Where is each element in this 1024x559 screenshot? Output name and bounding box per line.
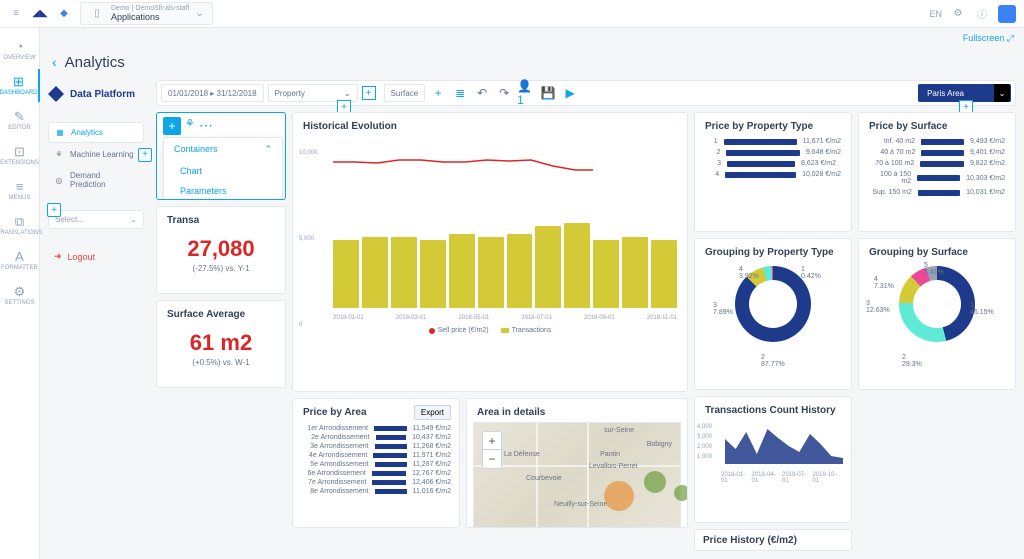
content: 01/01/2018 ▸ 31/12/2018 Property⌄ + Surf… — [152, 76, 1024, 559]
grouping-surface-card: Grouping by Surface 5 4.41%4 7.31%3 12.6… — [858, 238, 1016, 390]
lang-label[interactable]: EN — [929, 9, 942, 19]
save-icon[interactable]: 💾 — [539, 84, 557, 102]
map-zoom: + − — [482, 431, 502, 469]
chevron-down-icon: ⌄ — [994, 84, 1010, 102]
filter-toolbar: 01/01/2018 ▸ 31/12/2018 Property⌄ + Surf… — [156, 80, 1016, 106]
rail-menus[interactable]: ≡MENUS — [0, 174, 40, 207]
side-panel: Data Platform ▦Analytics ⚘Machine Learnin… — [40, 76, 152, 559]
grouping-property-card: Grouping by Property Type 4 3.92%1 0.42%… — [694, 238, 852, 390]
left-nav-rail: ◔OVERVIEW⊞DASHBOARD✎EDITOR⊡EXTENSIONS≡ME… — [0, 28, 40, 559]
kpi-card-transactions: Transa 27,080(-27.5%) vs. Y-1 — [156, 206, 286, 294]
kpi-card-sell-price: + ⚘ ⋯ Sell pr m2) 9 Containers⌃ Chart — [156, 112, 286, 200]
nav-analytics[interactable]: ▦Analytics — [48, 122, 144, 143]
price-history-card: Price History (€/m2) — [694, 529, 852, 551]
menu-chart[interactable]: Chart — [164, 161, 282, 181]
crumb-path: Demo | DemoSft-als-staff — [111, 5, 189, 12]
logout-icon: ➜ — [54, 251, 62, 262]
rail-overview[interactable]: ◔OVERVIEW — [0, 34, 40, 67]
price-by-property-card: Price by Property Type 111,671 €/m229,64… — [694, 112, 852, 232]
bar-series — [333, 154, 677, 308]
area-details-card: Area in details sur-Seine La Défense Cou… — [466, 398, 688, 528]
add-nav-button[interactable]: + — [138, 148, 152, 162]
kpi-card-surface: Surface Average 61 m2(+0.5%) vs. W-1 — [156, 300, 286, 388]
area-rows: 1er Arrondissement11,549 €/m22e Arrondis… — [293, 422, 459, 496]
breadcrumb[interactable]: ▯ Demo | DemoSft-als-staff Applications … — [80, 2, 213, 25]
nav-list: ▦Analytics ⚘Machine Learning+ ◎Demand Pred… — [48, 122, 144, 194]
zoom-in-button[interactable]: + — [483, 432, 501, 450]
x-axis: 2018-01-012018-03-012018-05-012018-07-01… — [333, 315, 677, 321]
undo-icon[interactable]: ↶ — [473, 84, 491, 102]
menu-containers[interactable]: Containers⌃ — [164, 138, 282, 161]
title-bar: ‹ Analytics — [40, 48, 1024, 76]
chevron-down-icon: ⌄ — [195, 8, 203, 19]
page-title: Analytics — [65, 54, 125, 71]
plus-icon[interactable]: + — [429, 84, 447, 102]
rail-dashboard[interactable]: ⊞DASHBOARD — [0, 69, 40, 102]
card-tools: + ⚘ ⋯ — [163, 117, 213, 135]
logo-2-icon: ◆ — [56, 6, 72, 22]
logout-button[interactable]: ➜ Logout — [48, 245, 144, 268]
dashboard-grid: + ⚘ ⋯ Sell pr m2) 9 Containers⌃ Chart — [156, 112, 1016, 551]
back-chevron-icon[interactable]: ‹ — [52, 54, 57, 70]
price-by-surface-card: Price by Surface Inf. 40 m29,493 €/m240 … — [858, 112, 1016, 232]
rail-extensions[interactable]: ⊡EXTENSIONS — [0, 139, 40, 172]
info-icon[interactable]: ⓘ — [974, 6, 990, 22]
rail-translations[interactable]: ⧉TRANSLATIONS — [0, 209, 40, 242]
nav-machine-learning[interactable]: ⚘Machine Learning+ — [48, 145, 144, 164]
kpi-title: Surface Average — [157, 301, 285, 324]
redo-icon[interactable]: ↷ — [495, 84, 513, 102]
area-series — [725, 424, 843, 464]
doc-icon: ▯ — [89, 6, 105, 22]
brand-icon — [48, 86, 64, 102]
card-more-icon[interactable]: ⋯ — [199, 117, 213, 135]
zoom-out-button[interactable]: − — [483, 450, 501, 468]
card-people-icon[interactable]: ⚘ — [185, 117, 195, 135]
menu-icon[interactable]: ≡ — [8, 6, 24, 22]
select-box[interactable]: Select...⌄ + — [48, 210, 144, 229]
kpi-title: Transa — [157, 207, 285, 230]
map[interactable]: sur-Seine La Défense Courbevoie Levalloi… — [473, 422, 681, 528]
play-icon[interactable]: ▶ — [561, 84, 579, 102]
top-bar: ≡ ◢◣ ◆ ▯ Demo | DemoSft-als-staff Applic… — [0, 0, 1024, 28]
menu-parameters[interactable]: Parameters — [164, 181, 282, 200]
legend: Sell price (€/m2) Transactions — [293, 327, 687, 334]
dropdown-surface[interactable]: Surface — [384, 84, 426, 102]
rail-editor[interactable]: ✎EDITOR — [0, 104, 40, 137]
add-component-menu[interactable]: Containers⌃ Chart Parameters Basic UI Cu… — [163, 137, 283, 200]
chevron-down-icon: ⌄ — [130, 215, 137, 224]
gear-icon[interactable]: ⚙ — [950, 6, 966, 22]
date-range-input[interactable]: 01/01/2018 ▸ 31/12/2018 — [161, 84, 264, 102]
avatar[interactable] — [998, 5, 1016, 23]
export-button[interactable]: Export — [414, 405, 451, 420]
add-filter-button[interactable]: + — [362, 86, 376, 100]
transactions-history-card: Transactions Count History 4,0003,0002,0… — [694, 396, 852, 523]
second-bar: Fullscreen ⤢ — [40, 28, 1024, 48]
brand: Data Platform — [48, 82, 144, 106]
card-add-button[interactable]: + — [163, 117, 181, 135]
user-icon[interactable]: 👤1 — [517, 84, 535, 102]
crumb-title: Applications — [111, 12, 189, 22]
rail-settings[interactable]: ⚙SETTINGS — [0, 279, 40, 312]
nav-demand-prediction[interactable]: ◎Demand Prediction — [48, 166, 144, 194]
list-icon[interactable]: ≣ — [451, 84, 469, 102]
fullscreen-link[interactable]: Fullscreen ⤢ — [963, 33, 1014, 44]
add-select-button[interactable]: + — [47, 203, 61, 217]
rail-formatter[interactable]: AFORMATTER — [0, 244, 40, 277]
logo-1-icon: ◢◣ — [32, 6, 48, 22]
price-by-area-card: Price by Area Export 1er Arrondissement1… — [292, 398, 460, 528]
historical-evolution-card: Historical Evolution 10,000 5,000 0 2018… — [292, 112, 688, 392]
